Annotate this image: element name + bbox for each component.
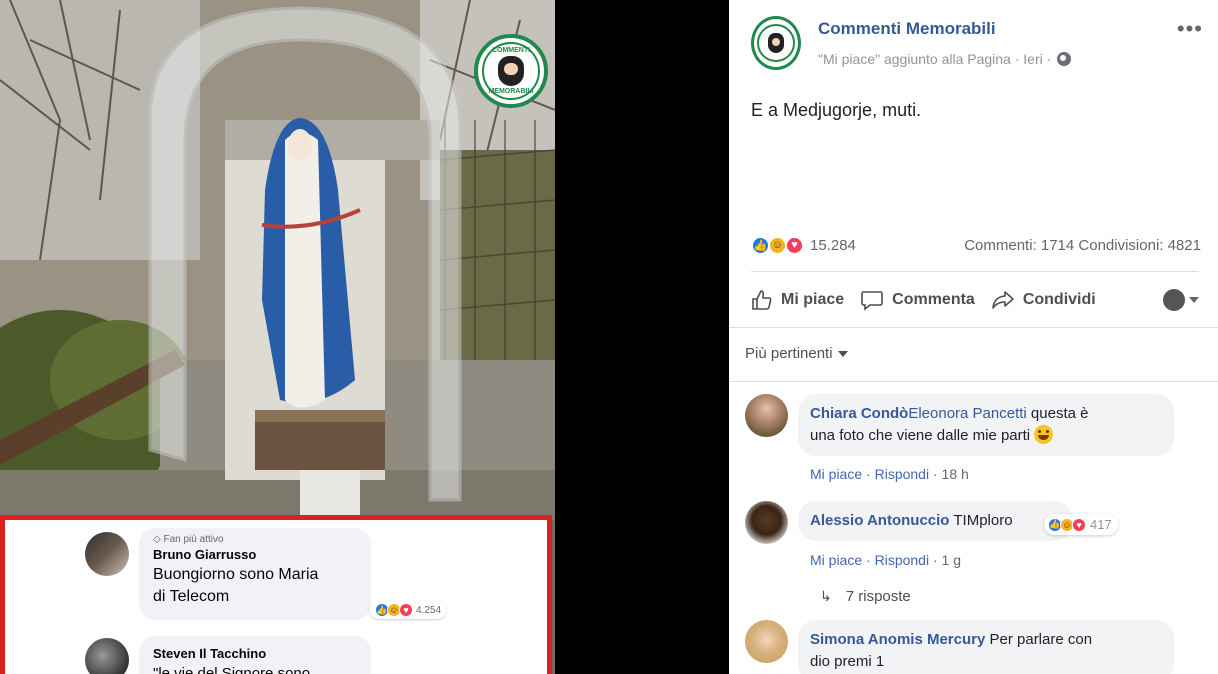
tagged-user[interactable]: Eleonora Pancetti [908, 405, 1026, 422]
page-name-link[interactable]: Commenti Memorabili [818, 19, 996, 39]
comment-time[interactable]: 1 g [942, 552, 961, 568]
comment-like-link[interactable]: Mi piace [810, 552, 862, 568]
commenter-name[interactable]: Simona Anomis Mercury [810, 631, 985, 648]
comments-shares-count[interactable]: Commenti: 1714 Condivisioni: 4821 [964, 237, 1201, 254]
divider [751, 271, 1199, 272]
more-options-button[interactable]: ••• [1177, 16, 1203, 42]
comment-text: questa è [1026, 405, 1089, 422]
comment-reaction-summary[interactable]: 👍 ☺ ♥ 417 [1044, 514, 1118, 535]
globe-icon[interactable] [1057, 52, 1072, 66]
thumbs-up-icon [752, 290, 772, 310]
share-button[interactable]: Condividi [991, 289, 1096, 311]
top-fan-badge: ◇ Fan più attivo [153, 534, 224, 545]
post-meta-text: "Mi piace" aggiunto alla Pagina · Ieri · [818, 51, 1052, 67]
comment-text: una foto che viene dalle mie parti [810, 427, 1031, 444]
view-replies-link[interactable]: ↳ 7 risposte [820, 588, 911, 605]
reaction-count: 4.254 [416, 604, 442, 616]
comment-bubble: Chiara CondòEleonora Pancetti questa è u… [798, 394, 1174, 456]
replies-count: 7 risposte [845, 588, 911, 605]
comment-button[interactable]: Commenta [860, 289, 975, 311]
commenter-name[interactable]: Chiara Condò [810, 405, 908, 422]
avatar[interactable] [745, 394, 788, 437]
chevron-down-icon [1189, 297, 1199, 303]
comment-meta: Mi piace · Rispondi · 1 g [810, 552, 961, 568]
comment-text: dio premi 1 [810, 653, 885, 670]
comment-text-line1: "le vie del Signore sono [153, 665, 311, 674]
comment-reply-link[interactable]: Rispondi [875, 552, 929, 568]
divider [729, 381, 1218, 382]
post-header: Commenti Memorabili "Mi piace" aggiunto … [751, 16, 1211, 76]
reactions-summary[interactable]: 👍 ☺ ♥ 15.284 [751, 235, 856, 255]
love-reaction-icon: ♥ [399, 603, 413, 617]
watermark-text-top: COMMENTI [491, 47, 531, 54]
bearded-face-icon [768, 33, 784, 53]
reply-arrow-icon: ↳ [820, 588, 832, 604]
like-button-label: Mi piace [781, 291, 845, 308]
more-icon: ••• [1176, 16, 1203, 41]
commenter-name: Bruno Giarrusso [153, 547, 257, 562]
reaction-count: 15.284 [810, 236, 856, 254]
post-panel: Commenti Memorabili "Mi piace" aggiunto … [729, 0, 1218, 674]
comment-bubble: ◇ Fan più attivo Bruno Giarrusso Buongio… [139, 528, 371, 620]
share-arrow-icon [992, 291, 1014, 309]
comment-text: TIMploro [949, 512, 1013, 529]
comment-meta: Mi piace · Rispondi · 18 h [810, 466, 969, 482]
avatar [85, 532, 129, 576]
avatar [85, 638, 129, 674]
post-stats: 👍 ☺ ♥ 15.284 Commenti: 1714 Condivisioni… [751, 233, 1201, 257]
comment-reply-link[interactable]: Rispondi [875, 466, 929, 482]
comment-like-link[interactable]: Mi piace [810, 466, 862, 482]
reaction-summary: 👍 ☺ ♥ 4.254 [370, 601, 447, 619]
love-reaction-icon: ♥ [1072, 517, 1086, 532]
avatar [1163, 289, 1185, 311]
comment-button-label: Commenta [892, 291, 975, 308]
comment-time[interactable]: 18 h [942, 466, 969, 482]
sort-label: Più pertinenti [745, 345, 833, 362]
post-meta: "Mi piace" aggiunto alla Pagina · Ieri · [818, 51, 1072, 67]
shrine-photo-illustration [0, 0, 555, 520]
diamond-icon: ◇ [153, 534, 161, 545]
watermark-logo: COMMENTI MEMORABILI [474, 34, 548, 108]
post-as-selector[interactable] [1163, 289, 1199, 311]
comment-bubble: Alessio Antonuccio TIMploro [798, 501, 1073, 541]
like-button[interactable]: Mi piace [751, 289, 844, 311]
laughing-emoji-icon [1034, 425, 1054, 444]
bearded-face-icon [498, 56, 524, 86]
comment-bubble: Steven Il Tacchino "le vie del Signore s… [139, 636, 371, 674]
embedded-comment-screenshot: ◇ Fan più attivo Bruno Giarrusso Buongio… [0, 515, 552, 674]
commenter-name[interactable]: Alessio Antonuccio [810, 512, 949, 529]
share-button-label: Condividi [1022, 291, 1096, 308]
comment-bubble-icon [861, 291, 883, 311]
chevron-down-icon [837, 350, 848, 357]
comment-sort-dropdown[interactable]: Più pertinenti [745, 345, 848, 362]
avatar[interactable] [745, 620, 788, 663]
comment-text-line2: di Telecom [153, 588, 230, 605]
comment-text-line1: Buongiorno sono Maria [153, 566, 319, 583]
love-reaction-icon: ♥ [785, 235, 804, 255]
post-photo[interactable]: COMMENTI MEMORABILI ◇ Fan più attivo Bru… [0, 0, 555, 674]
commenter-name: Steven Il Tacchino [153, 646, 267, 661]
divider [729, 327, 1218, 328]
watermark-text-bottom: MEMORABILI [488, 88, 534, 95]
avatar[interactable] [745, 501, 788, 544]
comment-text: Per parlare con [985, 631, 1093, 648]
post-text: E a Medjugorje, muti. [751, 100, 922, 120]
page-avatar[interactable] [751, 16, 801, 70]
post-actions: Mi piace Commenta Condividi [751, 285, 1199, 315]
comment-bubble: Simona Anomis Mercury Per parlare con di… [798, 620, 1174, 674]
reaction-count: 417 [1090, 517, 1112, 532]
